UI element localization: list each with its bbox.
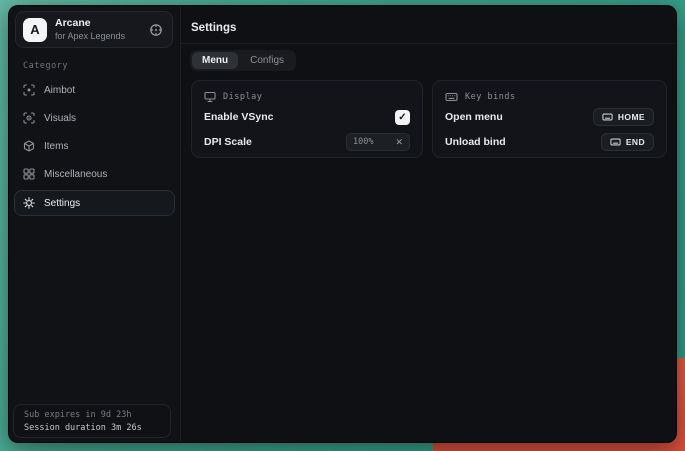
sidebar-item-visuals[interactable]: Visuals [14,104,175,132]
target-icon[interactable] [149,23,163,37]
app-header-text: Arcane for Apex Legends [55,18,141,41]
monitor-icon [204,91,216,103]
sidebar-item-aimbot[interactable]: Aimbot [14,76,175,104]
sidebar-item-label: Aimbot [44,85,75,96]
vsync-label: Enable VSync [204,111,273,123]
sidebar-item-label: Miscellaneous [44,169,107,180]
dpi-scale-input[interactable]: 100% ✕ [346,133,410,151]
unload-bind-label: Unload bind [445,136,506,148]
sidebar-item-miscellaneous[interactable]: Miscellaneous [14,160,175,188]
app-header-card: A Arcane for Apex Legends [15,11,173,48]
unload-bind-row: Unload bind END [445,130,654,154]
subscription-info-card: Sub expires in 9d 23h Session duration 3… [13,404,171,438]
arcane-window: A Arcane for Apex Legends Category [8,5,677,443]
main-panel: Settings Menu Configs Display [181,6,677,442]
session-duration-text: Session duration 3m 26s [24,422,160,435]
settings-cards: Display Enable VSync ✓ DPI Scale 100% ✕ [191,80,667,158]
sidebar-item-label: Settings [44,198,80,209]
package-icon [23,140,35,152]
keyboard-icon [610,137,621,147]
sidebar-item-items[interactable]: Items [14,132,175,160]
app-title: Arcane [55,18,141,29]
tab-configs[interactable]: Configs [240,52,294,69]
vsync-row: Enable VSync ✓ [204,105,410,129]
gear-icon [23,197,35,209]
unload-bind-key: END [626,137,645,147]
unload-bind-keybind-button[interactable]: END [601,133,654,151]
keybinds-card-header: Key binds [445,89,654,104]
sidebar-item-label: Visuals [44,113,76,124]
app-logo: A [23,18,47,42]
open-menu-keybind-button[interactable]: HOME [593,108,654,126]
page-title: Settings [191,22,677,34]
settings-tabs: Menu Configs [190,50,296,71]
main-header: Settings [181,6,677,44]
clear-icon[interactable]: ✕ [395,138,403,147]
crosshair-scan-icon [23,84,35,96]
layout-grid-icon [23,168,35,180]
open-menu-key: HOME [618,112,645,122]
keybinds-card: Key binds Open menu HOME Unload bin [432,80,667,158]
display-card-header: Display [204,89,410,104]
app-subtitle: for Apex Legends [55,32,141,41]
sidebar-item-label: Items [44,141,68,152]
tab-menu[interactable]: Menu [192,52,238,69]
sidebar-item-settings[interactable]: Settings [14,190,175,216]
dpi-row: DPI Scale 100% ✕ [204,130,410,154]
dpi-value: 100% [353,137,373,147]
open-menu-label: Open menu [445,111,503,123]
sidebar: A Arcane for Apex Legends Category [9,6,181,442]
check-icon: ✓ [398,112,406,123]
vsync-checkbox[interactable]: ✓ [395,110,410,125]
keybinds-card-title: Key binds [465,92,516,102]
keyboard-icon [602,112,613,122]
sidebar-nav: Aimbot Visuals [9,76,180,216]
open-menu-row: Open menu HOME [445,105,654,129]
app-logo-letter: A [30,22,39,37]
sub-expiry-text: Sub expires in 9d 23h [24,409,160,422]
category-label: Category [23,61,180,71]
display-card: Display Enable VSync ✓ DPI Scale 100% ✕ [191,80,423,158]
dpi-label: DPI Scale [204,136,252,148]
display-card-title: Display [223,92,262,102]
keyboard-icon [445,91,458,103]
scan-eye-icon [23,112,35,124]
